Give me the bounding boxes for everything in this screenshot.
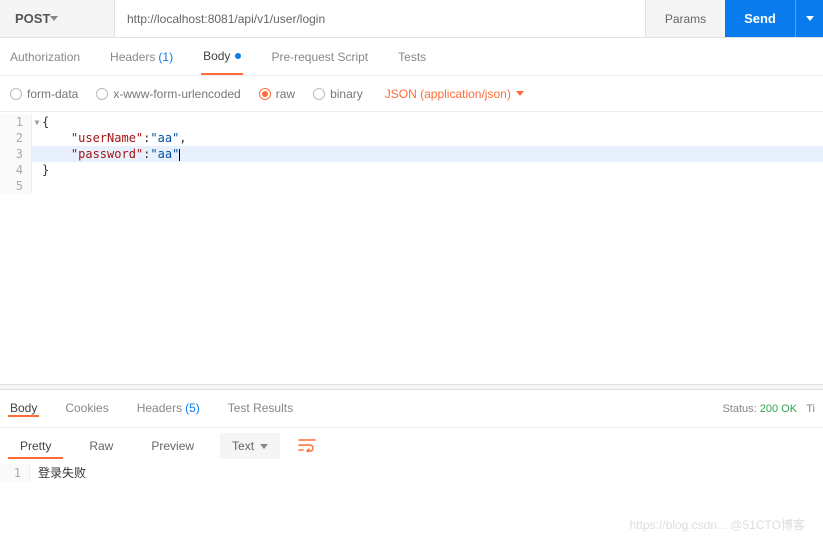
radio-icon — [96, 88, 108, 100]
chevron-down-icon — [260, 444, 268, 449]
response-tabs: Body Cookies Headers(5) Test Results Sta… — [0, 390, 823, 428]
format-selector[interactable]: Text — [220, 433, 280, 459]
fold-icon[interactable]: ▾ — [32, 114, 42, 130]
tab-headers[interactable]: Headers(1) — [108, 38, 175, 75]
chevron-down-icon — [50, 16, 58, 21]
content-type-selector[interactable]: JSON (application/json) — [385, 87, 524, 101]
tab-prerequest[interactable]: Pre-request Script — [269, 38, 370, 75]
response-body[interactable]: 1 登录失败 — [0, 464, 823, 482]
http-method-label: POST — [15, 11, 50, 26]
request-tabs: Authorization Headers(1) Body Pre-reques… — [0, 38, 823, 76]
view-preview-button[interactable]: Preview — [139, 433, 206, 459]
line-number: 1 — [0, 464, 30, 482]
view-raw-button[interactable]: Raw — [77, 433, 125, 459]
text-cursor — [179, 149, 180, 161]
resp-headers-count-badge: (5) — [185, 401, 200, 415]
tab-authorization[interactable]: Authorization — [8, 38, 82, 75]
tab-tests[interactable]: Tests — [396, 38, 428, 75]
response-toolbar: Pretty Raw Preview Text — [0, 428, 823, 464]
watermark: https://blog.csdn... @51CTO博客 — [630, 516, 805, 533]
resp-tab-headers[interactable]: Headers(5) — [135, 401, 202, 415]
body-modified-dot-icon — [235, 53, 241, 59]
resp-tab-body[interactable]: Body — [8, 401, 39, 417]
radio-form-data[interactable]: form-data — [10, 87, 78, 101]
resp-tab-tests[interactable]: Test Results — [226, 401, 295, 415]
chevron-down-icon — [516, 91, 524, 96]
send-dropdown-button[interactable] — [795, 0, 823, 37]
http-method-selector[interactable]: POST — [0, 0, 115, 37]
radio-binary[interactable]: binary — [313, 87, 363, 101]
resp-tab-cookies[interactable]: Cookies — [63, 401, 110, 415]
radio-icon — [313, 88, 325, 100]
body-type-row: form-data x-www-form-urlencoded raw bina… — [0, 76, 823, 112]
response-status: Status: 200 OK Ti — [722, 403, 815, 415]
headers-count-badge: (1) — [158, 50, 173, 64]
chevron-down-icon — [806, 16, 814, 21]
tab-body[interactable]: Body — [201, 38, 243, 75]
wrap-lines-icon[interactable] — [294, 434, 320, 459]
radio-selected-icon — [259, 88, 271, 100]
send-button[interactable]: Send — [725, 0, 795, 37]
view-pretty-button[interactable]: Pretty — [8, 433, 63, 459]
url-input[interactable]: http://localhost:8081/api/v1/user/login — [115, 0, 645, 37]
radio-raw[interactable]: raw — [259, 87, 295, 101]
params-button[interactable]: Params — [645, 0, 725, 37]
radio-icon — [10, 88, 22, 100]
body-editor[interactable]: 1▾{ 2 "userName":"aa", 3 "password":"aa"… — [0, 112, 823, 384]
status-code: 200 OK — [760, 403, 797, 415]
response-text: 登录失败 — [30, 464, 86, 482]
radio-urlencoded[interactable]: x-www-form-urlencoded — [96, 87, 240, 101]
